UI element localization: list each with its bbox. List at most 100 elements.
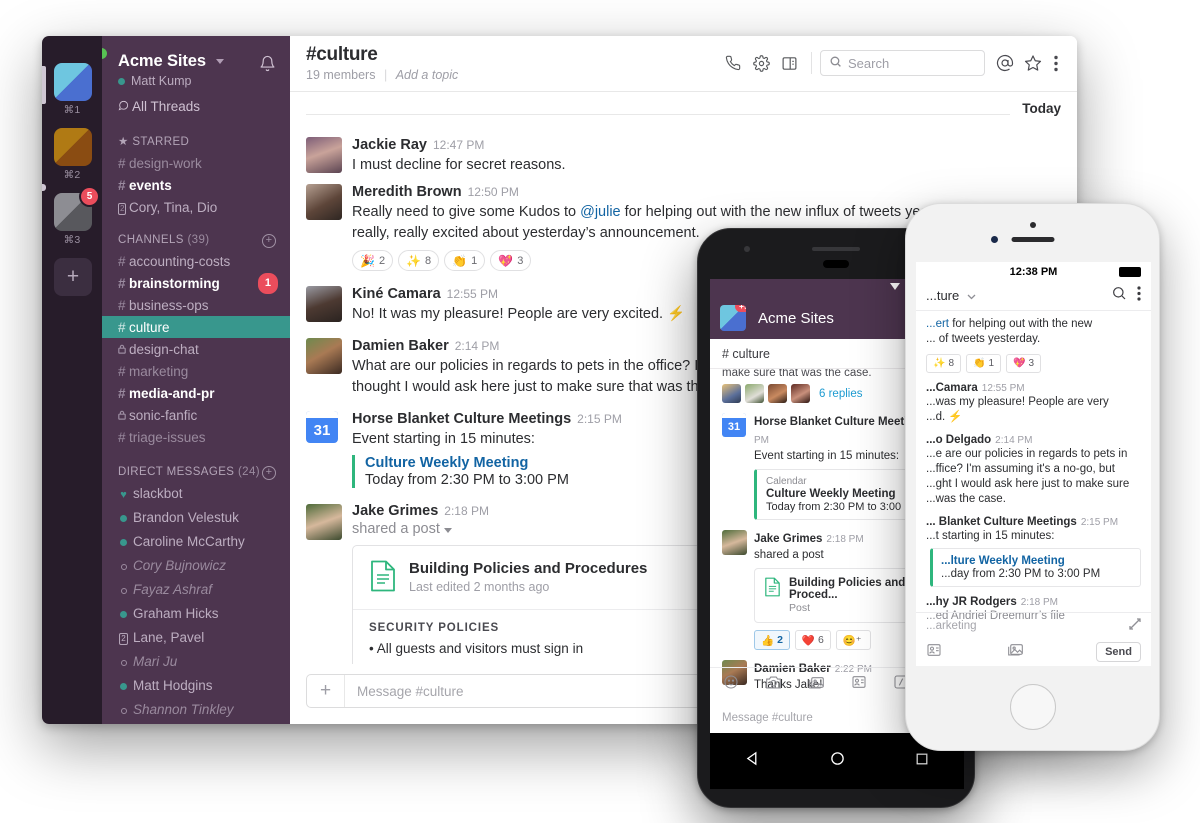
- reaction-pill[interactable]: 👍 2: [754, 630, 790, 650]
- star-icon[interactable]: [1019, 49, 1047, 77]
- back-button[interactable]: [745, 751, 760, 771]
- sidebar-item-sonic-fanfic[interactable]: sonic-fanfic: [102, 404, 290, 426]
- reaction-pill[interactable]: ✨ 8: [398, 250, 440, 271]
- add-topic-link[interactable]: Add a topic: [396, 68, 459, 82]
- member-count[interactable]: 19 members: [306, 68, 375, 82]
- post-title[interactable]: Building Policies and Procedures: [409, 560, 647, 577]
- sidebar-dm-matt-hodgins[interactable]: Matt Hodgins: [102, 674, 290, 698]
- contact-card-icon[interactable]: [926, 642, 942, 663]
- sidebar-dm-caroline-mccarthy[interactable]: Caroline McCarthy: [102, 530, 290, 554]
- sidebar-panel-icon[interactable]: [775, 49, 803, 77]
- team-header[interactable]: Acme Sites: [102, 36, 290, 73]
- message-author[interactable]: ...hy JR Rodgers: [926, 596, 1017, 608]
- event-attachment[interactable]: ...lture Weekly Meeting ...day from 2:30…: [930, 548, 1141, 587]
- sidebar-dm-brandon-velestuk[interactable]: Brandon Velestuk: [102, 506, 290, 530]
- add-workspace-button[interactable]: +: [54, 258, 92, 296]
- message-author[interactable]: Horse Blanket Culture Meetings: [352, 411, 571, 427]
- iphone-channel-name[interactable]: ...ture: [926, 288, 1111, 303]
- contact-card-icon[interactable]: [851, 674, 867, 695]
- sidebar-dm-graham-hicks[interactable]: Graham Hicks: [102, 602, 290, 626]
- sidebar-dm-cory-bujnowicz[interactable]: Cory Bujnowicz: [102, 554, 290, 578]
- message-text-line: ...ert for helping out with the new: [916, 317, 1151, 332]
- gear-icon[interactable]: [747, 49, 775, 77]
- sidebar-dm-label: Shannon Tinkley: [133, 701, 234, 717]
- sidebar-item-triage-issues[interactable]: # triage-issues: [102, 426, 290, 448]
- reaction-pill[interactable]: 🎉 2: [352, 250, 394, 271]
- avatar[interactable]: [306, 338, 342, 374]
- camera-icon[interactable]: [765, 675, 782, 695]
- message-time: 2:18 PM: [1020, 597, 1058, 608]
- more-icon[interactable]: [1047, 49, 1065, 77]
- workspace-icon-2[interactable]: [54, 128, 92, 166]
- sidebar-item-media-and-pr[interactable]: # media-and-pr: [102, 382, 290, 404]
- avatar[interactable]: [722, 530, 747, 555]
- message-author[interactable]: Jake Grimes: [754, 533, 822, 545]
- reaction-pill[interactable]: ❤️ 6: [794, 630, 831, 650]
- reaction-pill[interactable]: ✨ 8: [926, 354, 962, 373]
- message-author[interactable]: Damien Baker: [352, 338, 449, 354]
- phone-icon[interactable]: [719, 49, 747, 77]
- sidebar-dm-terra-spitzner[interactable]: Terra Spitzner: [102, 722, 290, 724]
- reaction-pill[interactable]: 💖 3: [1006, 354, 1042, 373]
- iphone-message-list[interactable]: ...ert for helping out with the new ... …: [916, 311, 1151, 621]
- message-author[interactable]: Horse Blanket Culture Meetin...: [754, 416, 924, 428]
- iphone-message-input[interactable]: ...arketing: [916, 613, 1151, 638]
- user-mention[interactable]: ...ert: [926, 318, 949, 330]
- message-author[interactable]: Jake Grimes: [352, 503, 438, 519]
- home-button[interactable]: [1009, 684, 1056, 730]
- iphone-screen: 12:38 PM ...ture ...ert for helping out …: [916, 262, 1151, 666]
- front-camera: [991, 236, 998, 243]
- notifications-bell-icon[interactable]: [259, 55, 276, 77]
- workspace-icon[interactable]: +9: [720, 305, 746, 331]
- sidebar-item-marketing[interactable]: # marketing: [102, 360, 290, 382]
- sidebar-dm-slackbot[interactable]: ♥ slackbot: [102, 482, 290, 506]
- reaction-pill[interactable]: 💖 3: [490, 250, 532, 271]
- expand-icon[interactable]: [1129, 618, 1141, 633]
- add-attachment-button[interactable]: +: [307, 675, 345, 707]
- sidebar-item-design-work[interactable]: # design-work: [102, 152, 290, 174]
- sidebar-item-accounting-costs[interactable]: # accounting-costs: [102, 250, 290, 272]
- sidebar-item-business-ops[interactable]: # business-ops: [102, 294, 290, 316]
- sidebar-item-events[interactable]: # events: [102, 174, 290, 196]
- avatar[interactable]: [306, 504, 342, 540]
- message-author[interactable]: Jackie Ray: [352, 137, 427, 153]
- android-team-name[interactable]: Acme Sites: [758, 310, 908, 327]
- event-title[interactable]: ...lture Weekly Meeting: [941, 555, 1132, 567]
- message-author[interactable]: ...Camara: [926, 382, 978, 394]
- sidebar-dm-lane-pavel[interactable]: 2 Lane, Pavel: [102, 626, 290, 650]
- sidebar-item-culture[interactable]: # culture: [102, 316, 290, 338]
- workspace-icon-1[interactable]: [54, 63, 92, 101]
- post-subtitle: Last edited 2 months ago: [409, 580, 550, 594]
- avatar[interactable]: [306, 286, 342, 322]
- reaction-pill[interactable]: 👏 1: [444, 250, 486, 271]
- thread-replies-link[interactable]: 6 replies: [819, 388, 862, 400]
- avatar[interactable]: [306, 137, 342, 173]
- message-author[interactable]: ...o Delgado: [926, 434, 991, 446]
- sidebar-dm-fayaz-ashraf[interactable]: Fayaz Ashraf: [102, 578, 290, 602]
- sidebar-item-brainstorming[interactable]: # brainstorming 1: [102, 272, 290, 294]
- photos-icon[interactable]: [1007, 642, 1024, 662]
- avatar[interactable]: [306, 184, 342, 220]
- search-input[interactable]: Search: [820, 50, 985, 76]
- more-icon[interactable]: [1137, 285, 1141, 306]
- photos-icon[interactable]: [808, 675, 825, 695]
- home-button[interactable]: [830, 751, 845, 771]
- user-mention[interactable]: @julie: [580, 204, 621, 220]
- all-threads-item[interactable]: All Threads: [102, 88, 290, 118]
- sidebar-dm-mari-ju[interactable]: Mari Ju: [102, 650, 290, 674]
- add-channel-button[interactable]: +: [262, 234, 276, 248]
- search-icon[interactable]: [1111, 285, 1127, 306]
- mentions-icon[interactable]: [991, 49, 1019, 77]
- reaction-pill[interactable]: 👏 1: [966, 354, 1002, 373]
- reaction-pill[interactable]: 😊⁺: [835, 630, 872, 650]
- sidebar-item-design-chat[interactable]: design-chat: [102, 338, 290, 360]
- sidebar-item-cory-tina-dio[interactable]: 2 Cory, Tina, Dio: [102, 196, 290, 218]
- message-author[interactable]: Kiné Camara: [352, 286, 441, 302]
- recents-button[interactable]: [915, 752, 929, 771]
- message-author[interactable]: Meredith Brown: [352, 184, 462, 200]
- emoji-icon[interactable]: [723, 674, 739, 695]
- message-author[interactable]: ... Blanket Culture Meetings: [926, 516, 1077, 528]
- add-dm-button[interactable]: +: [262, 466, 276, 480]
- send-button[interactable]: Send: [1096, 642, 1141, 662]
- sidebar-dm-shannon-tinkley[interactable]: Shannon Tinkley: [102, 698, 290, 722]
